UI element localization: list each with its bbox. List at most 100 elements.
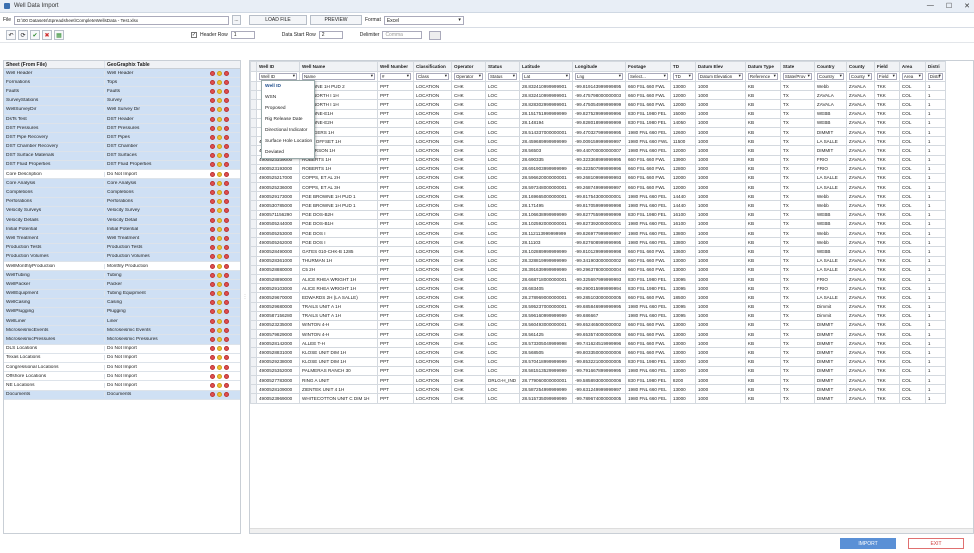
error-icon[interactable] [210,300,215,306]
error-icon[interactable] [210,79,215,85]
warning-icon[interactable] [217,281,222,287]
format-select[interactable]: Excel [383,15,464,25]
warning-icon[interactable] [217,116,222,122]
geographix-table[interactable]: Well Treatment [104,235,204,241]
sheet-mapping-row[interactable]: Well Treatment Well Treatment [4,234,240,244]
geographix-table[interactable]: Monthly Production [104,263,204,269]
header-row-input[interactable]: 1 [230,31,255,39]
field-mapping-select[interactable]: Distri [927,73,943,80]
stop-icon[interactable] [224,79,229,85]
table-row[interactable]: LOR NORTH I 1H PPT LOCATION CHK LOC 28.828302… [250,99,946,110]
error-icon[interactable] [210,162,215,168]
geographix-table[interactable]: Plugging [104,309,204,315]
sheet-mapping-row[interactable]: Production Tests Production Tests [4,243,240,253]
error-icon[interactable] [210,125,215,131]
stop-icon[interactable] [224,355,229,361]
error-icon[interactable] [210,180,215,186]
stop-icon[interactable] [224,364,229,370]
warning-icon[interactable] [217,162,222,168]
spreadsheet-icon[interactable]: ▦ [54,30,64,40]
sheet-mapping-row[interactable]: DST Pipe Recovery DST Pipes [4,133,240,143]
table-row[interactable]: LOR NORTH I 1H PPT LOCATION CHK LOC 28.832410… [250,90,946,101]
error-icon[interactable] [210,107,215,113]
table-row[interactable]: 4900528880000 C5 2H PPT LOCATION CHK LOC 28.39… [250,264,946,275]
geographix-table[interactable]: Casing [104,300,204,306]
warning-icon[interactable] [217,309,222,315]
table-row[interactable]: 4900528142000 ALLEE T-H PPT LOCATION CHK LOC 2… [250,338,946,349]
warning-icon[interactable] [217,300,222,306]
geographix-table[interactable]: Production Volumes [104,254,204,260]
error-icon[interactable] [210,208,215,214]
sheet-mapping-row[interactable]: Core Analysis Core Analysis [4,179,240,189]
warning-icon[interactable] [217,153,222,159]
warning-icon[interactable] [217,355,222,361]
geographix-table[interactable]: DST Pipes [104,134,204,140]
error-icon[interactable] [210,392,215,398]
sheet-mapping-row[interactable]: Documents Documents [4,390,240,400]
field-mapping-select[interactable]: Area [901,73,923,80]
table-row[interactable]: G ROGERS 1H PPT LOCATION CHK LOC 28.514337000… [250,126,946,138]
table-row[interactable]: 4900507156370ANDERSON 1HPPTLOCATIONCHKLO… [250,145,946,156]
stop-icon[interactable] [224,144,229,150]
geographix-table[interactable]: DST Chamber [104,144,204,150]
error-icon[interactable] [210,245,215,251]
field-mapping-select[interactable]: Status [488,73,517,80]
error-icon[interactable] [210,373,215,379]
sheet-mapping-row[interactable]: DsTs Test DST Header [4,114,240,125]
warning-icon[interactable] [217,291,222,297]
error-icon[interactable] [210,199,215,205]
warning-icon[interactable] [217,199,222,205]
sheet-mapping-row[interactable]: Core Description Do Not Import [4,170,240,180]
stop-icon[interactable] [224,208,229,214]
error-icon[interactable] [210,318,215,324]
geographix-table[interactable]: Documents [104,392,204,398]
warning-icon[interactable] [217,364,222,370]
error-icon[interactable] [210,364,215,370]
close-button[interactable]: ✕ [964,2,970,10]
warning-icon[interactable] [217,134,222,140]
horizontal-scrollbar[interactable] [250,528,973,533]
sheet-mapping-row[interactable]: DST Surface Materials DST Surfaces [4,151,240,161]
table-row[interactable]: 4900529103000 ALICE RHEA WRIGHT 1H PPT LOCA… [250,283,946,294]
warning-icon[interactable] [217,190,222,196]
file-path-input[interactable]: D:\00 Datasets\Spreadsheet\CompleteWells… [14,15,229,25]
warning-icon[interactable] [217,263,222,269]
dropdown-option[interactable]: WSN [262,92,314,103]
warning-icon[interactable] [217,346,222,352]
stop-icon[interactable] [224,98,229,104]
stop-icon[interactable] [224,245,229,251]
stop-icon[interactable] [224,392,229,398]
table-row[interactable]: 4900528831000 KLOSE UNIT DIM 1H PPT LOCATIO… [250,347,946,358]
stop-icon[interactable] [224,226,229,232]
delete-icon[interactable]: ✖ [42,30,52,40]
table-row[interactable]: 4900505262000 PGE DOS I PPT LOCATION CHK LOC 2… [250,237,946,248]
table-row[interactable]: BROWNE 1H PUD 2 PPT LOCATION CHK LOC 28.83241… [250,80,946,92]
dropdown-option[interactable]: Well ID [262,81,314,92]
field-mapping-select[interactable]: Country [816,73,844,80]
stop-icon[interactable] [224,125,229,131]
field-mapping-select[interactable]: Name [302,73,375,80]
dropdown-option[interactable]: Surface Hole Location [262,136,314,147]
stop-icon[interactable] [224,199,229,205]
stop-icon[interactable] [224,309,229,315]
geographix-table[interactable]: Liner [104,318,204,324]
sheet-mapping-row[interactable]: WellMonthlyProduction Monthly Production [4,261,240,272]
geographix-table[interactable]: Survey [104,98,204,104]
field-mapping-select[interactable]: TD [672,73,693,80]
table-row[interactable]: 4900525352000 PALMERAS RANCH 30 PPT LOCATIO… [250,365,946,377]
geographix-table[interactable]: Core Analysis [104,180,204,186]
delimiter-custom-input[interactable] [429,30,442,40]
error-icon[interactable] [210,144,215,150]
field-mapping-select[interactable]: Lat [522,73,570,80]
warning-icon[interactable] [217,88,222,94]
warning-icon[interactable] [217,382,222,388]
geographix-table[interactable]: Initial Potential [104,226,204,232]
sheet-mapping-row[interactable]: Texas Locations Do Not Import [4,353,240,363]
sheet-mapping-row[interactable]: Faults Faults [4,87,240,97]
header-row-checkbox[interactable]: ✓ [191,32,197,38]
table-row[interactable]: 4900529238000 KLOSE UNIT DIM 1H PPT LOCATIO… [250,356,946,367]
field-mapping-select[interactable]: Field [876,73,897,80]
table-row[interactable]: 4900507237000HOFF OFFSET 1HPPTLOCATIONCH… [250,136,946,147]
warning-icon[interactable] [217,337,222,343]
geographix-table[interactable]: Do Not Import [104,346,204,352]
